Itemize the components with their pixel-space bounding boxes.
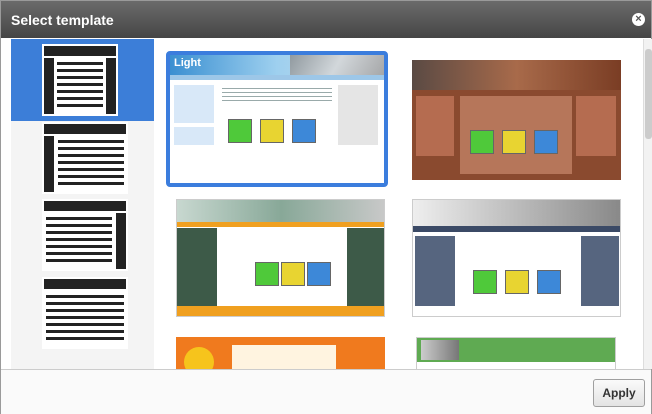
grey-header	[413, 200, 620, 226]
yellow-cube	[502, 130, 526, 154]
brown-sidebar	[416, 96, 454, 156]
template-orange-sun[interactable]	[176, 337, 385, 369]
grey-sidebar	[415, 236, 455, 306]
sidebar-box	[174, 85, 214, 123]
blue-cube	[307, 262, 331, 286]
sidebar-box	[174, 127, 214, 145]
blue-cube	[292, 119, 316, 143]
green-cube	[473, 270, 497, 294]
apply-button[interactable]: Apply	[593, 379, 645, 407]
dialog-footer	[1, 369, 651, 414]
yellow-cube	[505, 270, 529, 294]
grey-nav	[413, 226, 620, 232]
green-header	[177, 200, 384, 222]
template-light[interactable]: Light	[166, 51, 388, 187]
blue-cube	[534, 130, 558, 154]
close-icon[interactable]: ×	[632, 13, 645, 26]
template-light-label: Light	[174, 57, 201, 69]
green-cube	[255, 262, 279, 286]
layout-left-sidebar[interactable]	[42, 122, 128, 194]
select-template-dialog: Select template × Light Apply	[0, 0, 652, 414]
layout-two-sidebars-preview	[42, 44, 118, 116]
template-grid: Light	[154, 39, 643, 369]
scrollbar-thumb[interactable]	[645, 49, 652, 139]
sun-icon	[184, 347, 214, 369]
green-sidebar	[177, 228, 217, 308]
orange-strip	[177, 222, 384, 227]
template-scrollbar[interactable]	[643, 39, 652, 369]
yellow-cube	[260, 119, 284, 143]
dialog-titlebar: Select template ×	[1, 1, 651, 38]
layout-full-width[interactable]	[42, 277, 128, 349]
layout-right-sidebar[interactable]	[42, 199, 128, 271]
green-cube	[470, 130, 494, 154]
globe-graphic	[421, 340, 459, 360]
globe-graphic	[290, 55, 384, 75]
yellow-cube	[281, 262, 305, 286]
brown-header	[412, 60, 621, 90]
layout-two-sidebars[interactable]	[11, 39, 154, 121]
dialog-title: Select template	[11, 12, 114, 28]
layout-sidebar	[11, 39, 154, 369]
orange-footer	[177, 306, 384, 316]
green-cube	[228, 119, 252, 143]
green-right-panel	[347, 228, 384, 308]
blue-cube	[537, 270, 561, 294]
orange-content	[232, 345, 336, 369]
template-grey[interactable]	[412, 199, 621, 317]
brown-right-panel	[576, 96, 616, 156]
right-panel	[338, 85, 378, 145]
nav-strip	[170, 75, 384, 80]
text-lines	[222, 85, 332, 103]
grey-right-panel	[581, 236, 619, 306]
template-green-bar[interactable]	[416, 337, 616, 369]
template-green-orange[interactable]	[176, 199, 385, 317]
template-brown[interactable]	[412, 60, 621, 180]
